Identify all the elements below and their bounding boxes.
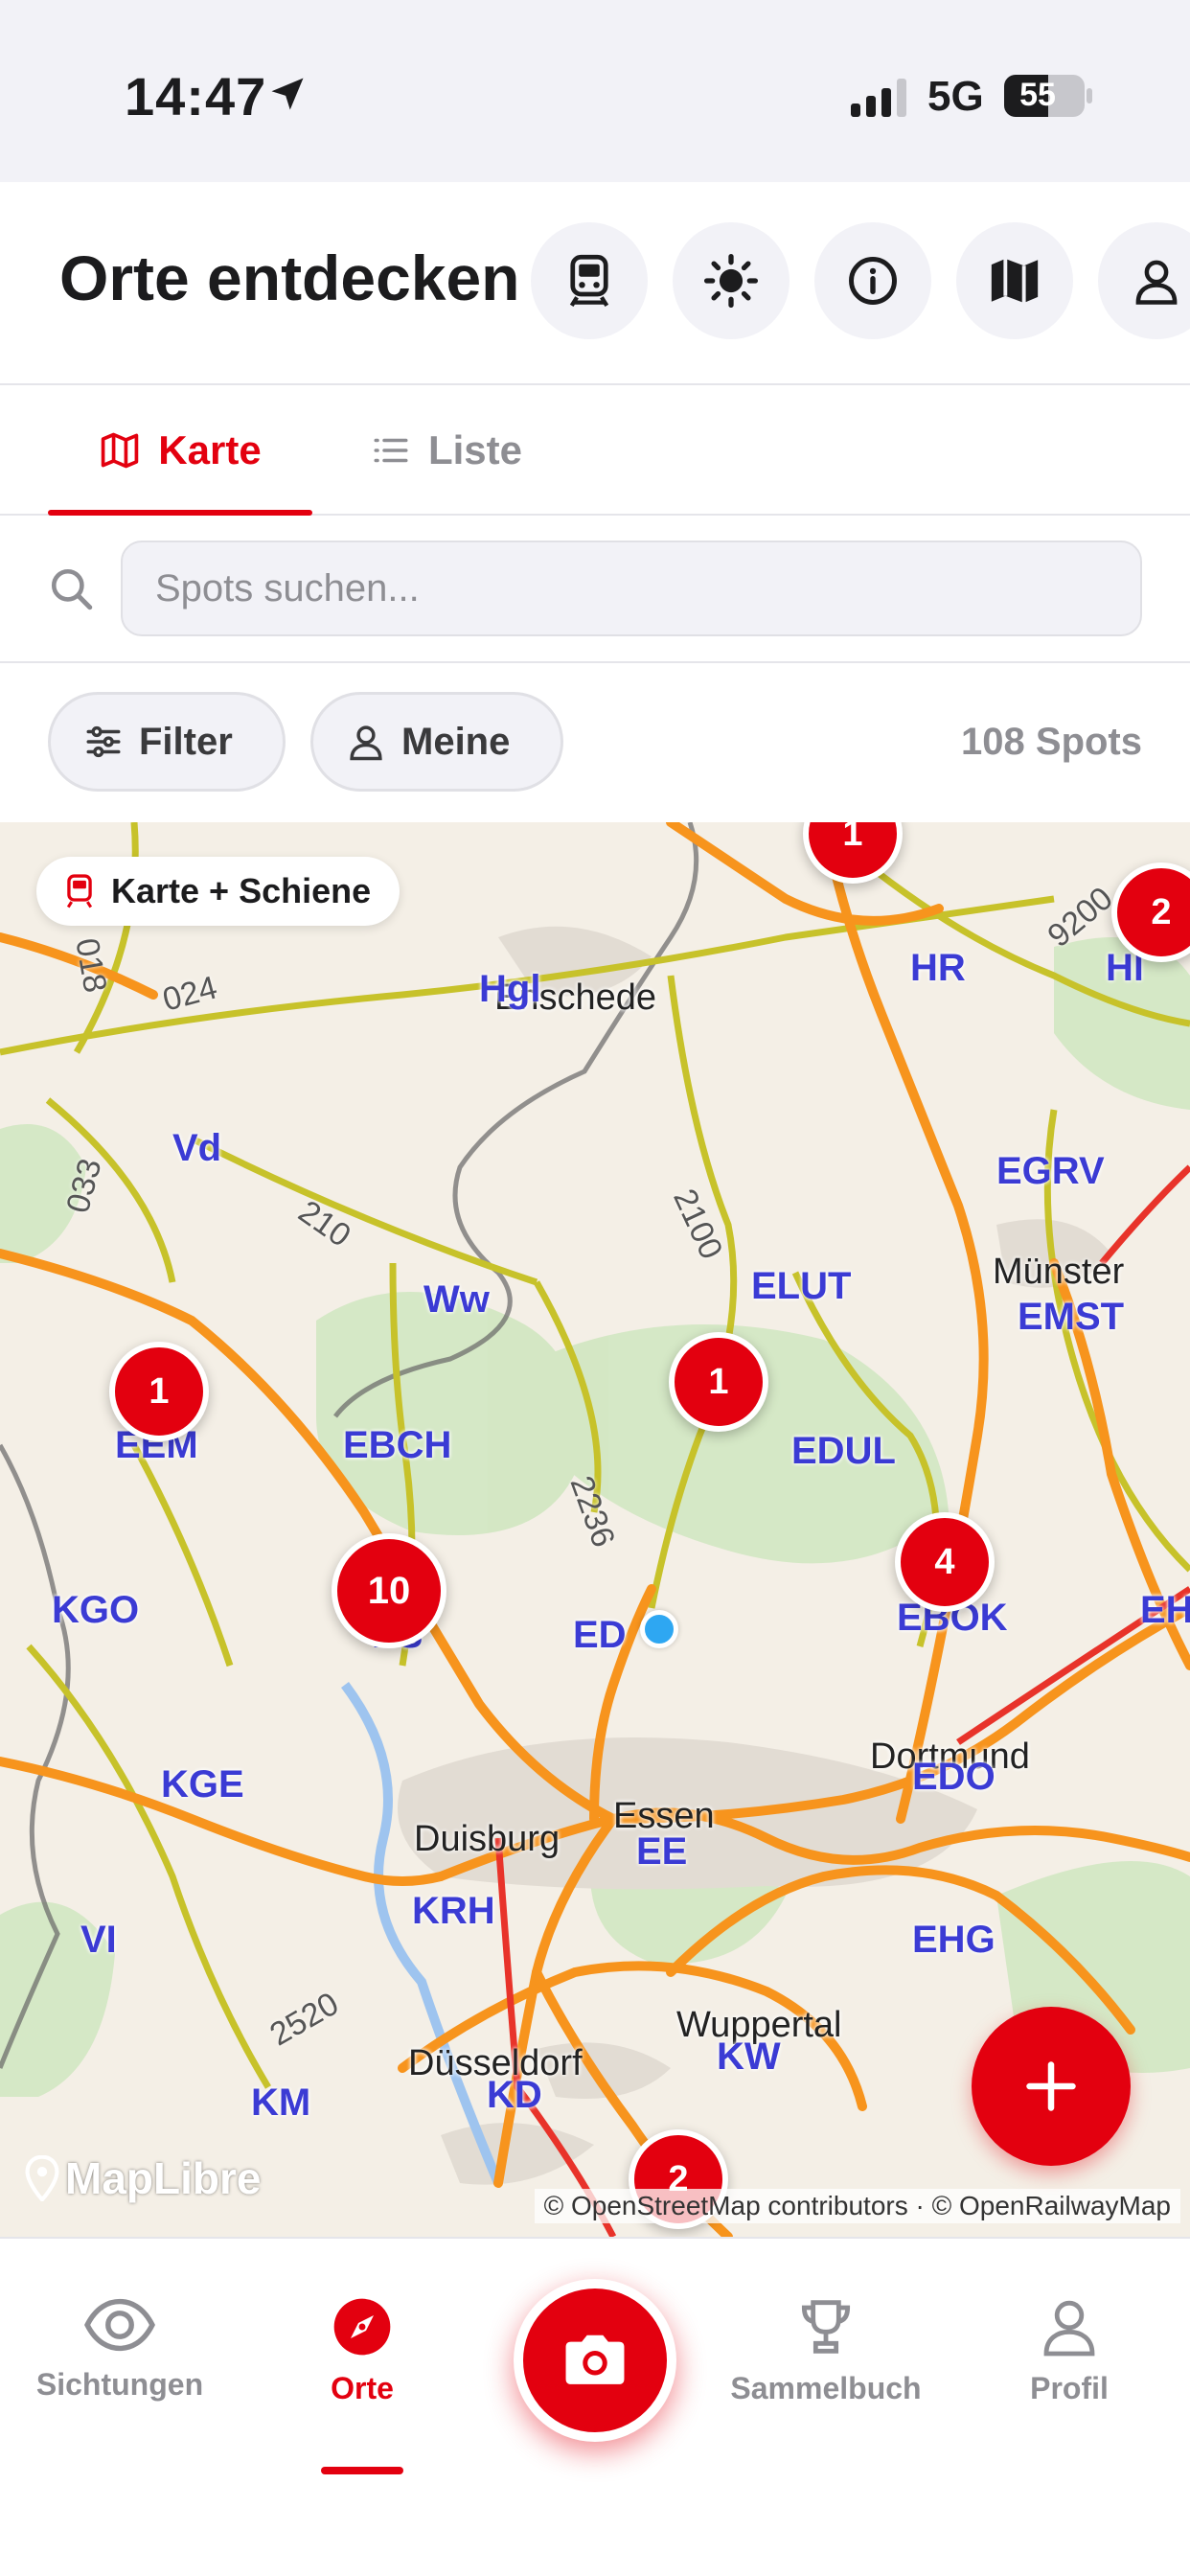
- spots-count: 108 Spots: [961, 721, 1142, 763]
- search-icon: [51, 568, 93, 610]
- station-label: EDO: [912, 1756, 995, 1798]
- status-bar: 14:47 5G 55: [0, 0, 1190, 182]
- search-input[interactable]: [121, 540, 1142, 636]
- station-label: KM: [251, 2082, 311, 2124]
- signal-icon: [851, 79, 906, 117]
- station-label: KW: [717, 2036, 781, 2078]
- nav-sammelbuch[interactable]: Sammelbuch: [721, 2296, 931, 2406]
- station-label: EGRV: [996, 1150, 1105, 1192]
- station-label: Vd: [172, 1127, 222, 1169]
- station-label: Ww: [423, 1278, 490, 1321]
- nav-sichtungen-label: Sichtungen: [35, 2367, 204, 2402]
- location-arrow-icon: [271, 78, 304, 110]
- sliders-icon: [86, 725, 121, 758]
- status-time: 14:47: [125, 66, 267, 126]
- station-label: KRH: [412, 1890, 495, 1932]
- train-icon: [569, 254, 609, 307]
- spot-cluster[interactable]: 10: [332, 1533, 446, 1648]
- filter-button[interactable]: Filter: [48, 692, 286, 792]
- filter-bar: Filter Meine 108 Spots: [0, 663, 1190, 822]
- station-label: KGO: [52, 1589, 140, 1631]
- station-label: KD: [487, 2074, 542, 2116]
- brightness-button[interactable]: [673, 222, 790, 339]
- battery-icon: 55: [1004, 75, 1085, 117]
- nav-sichtungen[interactable]: Sichtungen: [14, 2296, 225, 2403]
- nav-orte-label: Orte: [331, 2371, 394, 2405]
- station-label: VI: [80, 1919, 117, 1961]
- station-label: EHG: [912, 1919, 995, 1961]
- map-icon: [991, 259, 1039, 303]
- nav-sammelbuch-label: Sammelbuch: [730, 2371, 922, 2405]
- page-title: Orte entdecken: [59, 242, 520, 313]
- current-location-dot: [640, 1610, 678, 1648]
- camera-button[interactable]: [514, 2279, 676, 2442]
- map-layer-label: Karte + Schiene: [111, 871, 372, 910]
- camera-icon: [565, 2334, 625, 2384]
- city-label: Duisburg: [414, 1819, 561, 1859]
- add-spot-button[interactable]: [972, 2007, 1131, 2166]
- nav-active-indicator: [321, 2467, 403, 2474]
- station-label: Hgl: [479, 968, 541, 1010]
- station-label: EDUL: [791, 1430, 896, 1472]
- plus-icon: [1026, 2061, 1076, 2111]
- filter-label: Filter: [139, 720, 233, 763]
- tab-karte-label: Karte: [158, 427, 262, 472]
- nav-profil-label: Profil: [1030, 2371, 1109, 2405]
- battery-level: 55: [1019, 77, 1056, 113]
- station-label: EE: [636, 1830, 688, 1873]
- tab-liste[interactable]: Liste: [351, 385, 542, 516]
- network-type: 5G: [927, 73, 984, 120]
- bottom-tab-bar: Sichtungen Orte Sammelbuch Profil: [0, 2237, 1190, 2576]
- map-attribution[interactable]: © OpenStreetMap contributors · © OpenRai…: [534, 2189, 1180, 2223]
- profile-button[interactable]: [1098, 222, 1190, 339]
- search-bar: [0, 516, 1190, 663]
- person-icon: [1043, 2300, 1095, 2357]
- map-layer-badge[interactable]: Karte + Schiene: [36, 857, 400, 926]
- station-label: ED: [573, 1614, 627, 1656]
- mine-label: Meine: [401, 720, 511, 763]
- brightness-icon: [703, 253, 759, 309]
- list-icon: [374, 438, 408, 463]
- tab-karte[interactable]: Karte: [48, 385, 312, 516]
- info-button[interactable]: [814, 222, 931, 339]
- compass-icon: [333, 2298, 391, 2356]
- train-button[interactable]: [531, 222, 648, 339]
- info-icon: [849, 257, 897, 305]
- map-outline-icon: [102, 432, 139, 469]
- map-button[interactable]: [956, 222, 1073, 339]
- maplibre-logo: MapLibre: [25, 2152, 261, 2204]
- person-outline-icon: [350, 725, 382, 761]
- tab-liste-label: Liste: [427, 427, 523, 472]
- train-small-icon: [66, 874, 93, 908]
- nav-orte[interactable]: Orte: [257, 2296, 468, 2406]
- trophy-icon: [801, 2300, 851, 2354]
- station-label: EBCH: [343, 1424, 452, 1466]
- station-label: EH: [1140, 1589, 1190, 1631]
- station-label: EMST: [1018, 1296, 1125, 1338]
- spot-cluster[interactable]: 1: [109, 1342, 209, 1441]
- app-header: Orte entdecken: [0, 182, 1190, 385]
- mine-button[interactable]: Meine: [310, 692, 563, 792]
- station-label: ELUT: [751, 1265, 852, 1307]
- spot-cluster[interactable]: 1: [669, 1332, 768, 1432]
- map-view[interactable]: Karte + Schiene 018 024 033 210 2100 223…: [0, 822, 1190, 2237]
- station-label: KGE: [161, 1763, 244, 1806]
- spot-cluster[interactable]: 4: [895, 1512, 995, 1612]
- city-label: Münster: [993, 1252, 1125, 1292]
- battery-cap: [1087, 88, 1092, 104]
- nav-profil[interactable]: Profil: [964, 2296, 1175, 2406]
- view-tabs: Karte Liste: [0, 385, 1190, 516]
- profile-icon: [1135, 260, 1178, 305]
- maplibre-text: MapLibre: [65, 2153, 262, 2203]
- eye-icon: [84, 2298, 155, 2352]
- station-label: HR: [910, 947, 966, 989]
- maplibre-pin-icon: [25, 2155, 59, 2201]
